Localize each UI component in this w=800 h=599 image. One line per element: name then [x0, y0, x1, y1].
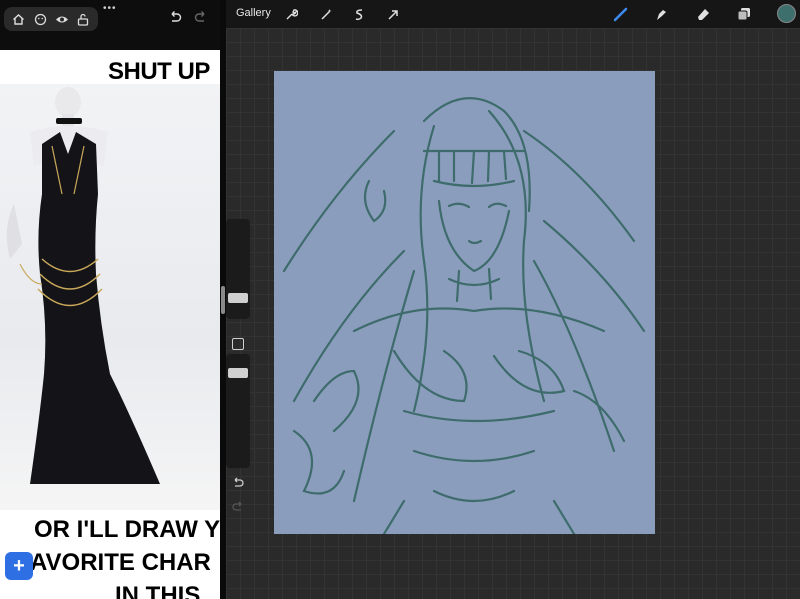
gallery-button[interactable]: Gallery — [236, 7, 271, 19]
brush-icon[interactable] — [613, 6, 629, 22]
unlock-icon[interactable] — [76, 12, 90, 26]
meme-caption-top: SHUT UP — [108, 58, 210, 85]
selection-icon[interactable] — [351, 6, 367, 22]
eye-icon[interactable] — [55, 12, 69, 26]
reference-toolbar: ••• — [0, 0, 221, 50]
smudge-icon[interactable] — [653, 6, 669, 22]
wrench-icon[interactable] — [283, 6, 299, 22]
opacity-thumb[interactable] — [228, 368, 248, 378]
color-picker-swatch[interactable] — [777, 4, 796, 23]
home-icon[interactable] — [12, 12, 26, 26]
eraser-icon[interactable] — [695, 6, 711, 22]
brush-size-thumb[interactable] — [228, 293, 248, 303]
modify-button[interactable] — [232, 338, 244, 350]
magic-wand-icon[interactable] — [318, 6, 334, 22]
procreate-toolbar — [226, 0, 800, 28]
brush-size-slider[interactable] — [226, 219, 250, 319]
split-view-handle[interactable] — [221, 286, 225, 314]
layers-icon[interactable] — [736, 6, 752, 22]
reference-panel: ••• SHUT UP OR I'LL DRAW Y AVORITE CHAR … — [0, 0, 221, 599]
undo-icon[interactable] — [168, 10, 182, 29]
sketch-drawing — [282, 97, 646, 536]
meme-caption-bottom-1: OR I'LL DRAW Y — [34, 516, 221, 543]
transform-arrow-icon[interactable] — [385, 6, 401, 22]
canvas-undo-icon[interactable] — [231, 476, 245, 494]
canvas-redo-icon[interactable] — [231, 500, 245, 518]
drawing-canvas[interactable] — [274, 71, 655, 536]
redo-icon[interactable] — [194, 10, 208, 29]
reference-tool-pill — [4, 7, 98, 31]
more-menu-icon[interactable]: ••• — [103, 3, 117, 14]
add-button[interactable]: + — [5, 552, 33, 580]
meme-caption-bottom-3: IN THIS — [115, 582, 201, 599]
reference-photo-dress — [0, 84, 221, 510]
meme-caption-bottom-2: AVORITE CHAR — [30, 549, 211, 576]
face-icon[interactable] — [33, 12, 47, 26]
